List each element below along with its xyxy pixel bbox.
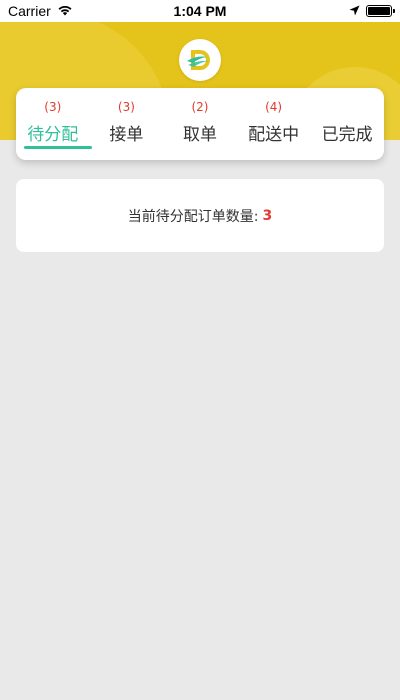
- tab-label: 已完成: [321, 125, 373, 145]
- battery-fill: [368, 7, 390, 15]
- tab-count: (2): [191, 100, 209, 114]
- tab-label: 待分配: [27, 125, 79, 145]
- tab-count: (3): [44, 100, 62, 114]
- summary-count: 3: [262, 207, 273, 224]
- pending-order-summary: 当前待分配订单数量: 3: [16, 179, 384, 252]
- tab-pickup[interactable]: (2) 取单: [163, 88, 237, 160]
- tab-completed[interactable]: 已完成: [310, 88, 384, 160]
- active-tab-indicator: [24, 146, 92, 149]
- wifi-icon: [57, 3, 73, 19]
- status-right: [349, 3, 395, 19]
- order-status-tabs: (3) 待分配 (3) 接单 (2) 取单 (4) 配送中 已完成: [16, 88, 384, 160]
- brand-logo-icon: [179, 39, 221, 81]
- battery-icon: [366, 5, 395, 17]
- tab-count: (4): [265, 100, 283, 114]
- status-left: Carrier: [8, 3, 73, 19]
- tab-accept-order[interactable]: (3) 接单: [90, 88, 164, 160]
- tab-delivering[interactable]: (4) 配送中: [237, 88, 311, 160]
- tab-label: 接单: [109, 125, 144, 145]
- tab-label: 配送中: [248, 125, 300, 145]
- summary-label: 当前待分配订单数量:: [127, 208, 259, 225]
- status-bar: Carrier 1:04 PM: [0, 0, 400, 22]
- tab-count: (3): [117, 100, 135, 114]
- location-arrow-icon: [349, 3, 360, 19]
- tab-pending-assign[interactable]: (3) 待分配: [16, 88, 92, 160]
- tab-label: 取单: [182, 125, 217, 145]
- carrier-label: Carrier: [8, 3, 51, 19]
